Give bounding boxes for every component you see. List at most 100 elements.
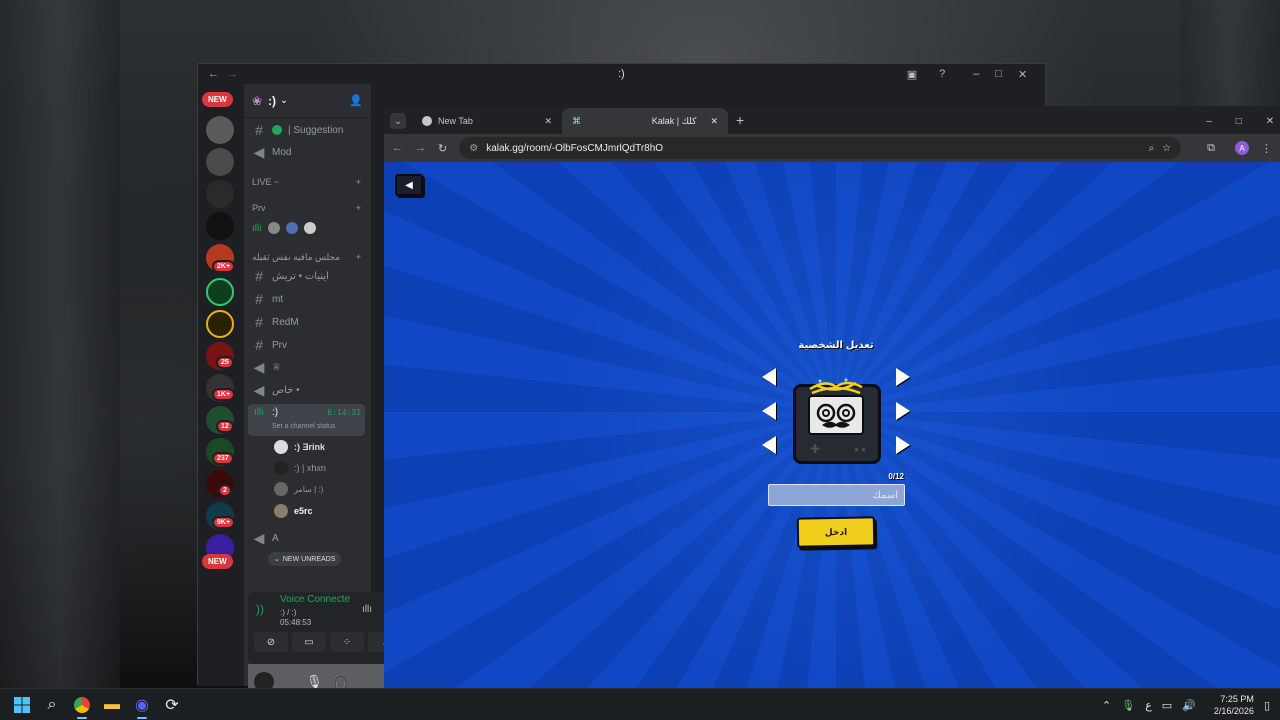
body-prev-arrow[interactable] xyxy=(762,436,776,454)
chevron-up-icon[interactable]: ⌃ xyxy=(1102,699,1111,712)
active-voice-channel[interactable]: ıllı :) 6:14:31 Set a channel status xyxy=(248,404,365,436)
channel-item[interactable]: # | Suggestion xyxy=(252,120,365,140)
noise-suppression-icon[interactable]: ıllı xyxy=(362,604,372,615)
voice-user[interactable]: سامر | :) xyxy=(274,480,323,498)
channel-name: mt xyxy=(272,293,284,305)
character-face-icon xyxy=(816,403,856,428)
add-icon[interactable]: + xyxy=(356,203,361,213)
maximize-icon[interactable]: □ xyxy=(995,68,1002,80)
voice-user-name: سامر | :) xyxy=(294,484,324,494)
channel-name: Prv xyxy=(272,339,287,351)
crown-scribble-icon xyxy=(809,378,863,395)
server-icon[interactable] xyxy=(206,116,234,144)
server-icon[interactable] xyxy=(206,310,234,338)
arrow-down-icon: ⌄ xyxy=(274,556,280,563)
voice-connected-channel[interactable]: :) / :) xyxy=(280,608,296,617)
back-button[interactable]: ◀ xyxy=(395,174,423,196)
close-tab-icon[interactable]: ✕ xyxy=(544,116,552,127)
category-header[interactable]: Prv + xyxy=(252,203,361,213)
name-input[interactable] xyxy=(768,484,905,506)
voice-user[interactable]: e5rc xyxy=(274,502,313,520)
channel-item[interactable]: # RedM xyxy=(252,312,365,332)
voice-user-name: :) Ǝrink xyxy=(294,442,326,452)
forward-arrow-icon[interactable]: → xyxy=(415,142,426,154)
server-icon[interactable] xyxy=(206,148,234,176)
site-info-icon[interactable]: ⚙ xyxy=(469,143,478,154)
address-bar[interactable]: ⚙ kalak.gg/room/-OlbFosCMJmrlQdTr8hO ⌕ ☆ xyxy=(459,137,1182,159)
sound-wave-icon: ıllı xyxy=(254,407,264,418)
voice-user[interactable]: :) Ǝrink xyxy=(274,438,325,456)
server-icon[interactable] xyxy=(206,180,234,208)
server-icon[interactable] xyxy=(206,278,234,306)
tab-new-tab[interactable]: New Tab ✕ xyxy=(412,108,562,134)
channel-name: خاص • xyxy=(272,384,300,396)
voice-user[interactable]: :) | xhxn xyxy=(274,459,326,477)
back-arrow-icon[interactable]: ← xyxy=(392,142,403,154)
display-icon[interactable]: ▭ xyxy=(1162,699,1172,712)
channel-item[interactable]: # mt xyxy=(252,289,365,309)
category-header[interactable]: LIVE ~ + xyxy=(252,177,361,187)
channel-item[interactable]: # Prv xyxy=(252,335,365,355)
reload-icon[interactable]: ↻ xyxy=(438,142,447,155)
microphone-icon[interactable]: 🎙 xyxy=(1121,699,1135,712)
avatar xyxy=(274,482,288,496)
tab-search-icon[interactable]: ⌄ xyxy=(390,113,406,129)
channel-item[interactable]: ◀ خاص • xyxy=(252,380,365,400)
new-unreads-pill[interactable]: ⌄ NEW UNREADS xyxy=(268,552,342,566)
add-icon[interactable]: + xyxy=(356,177,361,187)
category-header[interactable]: مجلس مافيه نفس ثقيله + xyxy=(252,252,361,263)
new-tab-icon[interactable]: + xyxy=(736,112,744,128)
close-icon[interactable]: ✕ xyxy=(1018,68,1027,81)
help-icon[interactable]: ? xyxy=(939,68,945,80)
app-taskbar-button[interactable]: ⟳ xyxy=(158,691,186,719)
channel-item[interactable]: ◀ ♕ xyxy=(252,357,365,377)
body-next-arrow[interactable] xyxy=(896,436,910,454)
volume-icon[interactable]: 🔊 xyxy=(1182,699,1196,712)
new-pill[interactable]: NEW xyxy=(202,92,233,107)
server-header[interactable]: ❀ :) ⌄ 👤 xyxy=(244,84,371,118)
add-icon[interactable]: + xyxy=(356,252,361,263)
hat-prev-arrow[interactable] xyxy=(762,368,776,386)
channel-status[interactable]: Set a channel status xyxy=(272,423,335,430)
chrome-taskbar-button[interactable] xyxy=(68,691,96,719)
close-icon[interactable]: ✕ xyxy=(1266,116,1274,127)
file-explorer-button[interactable]: ▬ xyxy=(98,691,126,719)
bookmark-star-icon[interactable]: ☆ xyxy=(1162,143,1171,154)
channel-item[interactable]: # اينيات • تريش xyxy=(252,266,365,286)
enter-button[interactable]: ادخل xyxy=(796,516,876,548)
face-next-arrow[interactable] xyxy=(896,402,910,420)
tab-strip: ⌄ New Tab ✕ ⌘ Kalak | كلك ✕ + – □ ✕ xyxy=(384,106,1280,134)
zoom-icon[interactable]: ⌕ xyxy=(1149,143,1155,154)
search-button[interactable]: ⌕ xyxy=(38,691,66,719)
channel-item[interactable]: ◀ A xyxy=(252,528,365,548)
hash-icon: # xyxy=(255,337,263,353)
close-tab-icon[interactable]: ✕ xyxy=(710,116,718,127)
forward-arrow-icon[interactable]: → xyxy=(227,68,238,80)
clock[interactable]: 7:25 PM 2/16/2026 xyxy=(1214,693,1254,717)
minimize-icon[interactable]: – xyxy=(1206,116,1212,127)
face-prev-arrow[interactable] xyxy=(762,402,776,420)
menu-icon[interactable]: ⋮ xyxy=(1261,142,1272,155)
maximize-icon[interactable]: □ xyxy=(1236,116,1242,127)
start-button[interactable] xyxy=(8,691,36,719)
screen-share-button[interactable]: ▭ xyxy=(292,632,326,652)
language-indicator[interactable]: ع xyxy=(1145,699,1152,712)
back-arrow-icon[interactable]: ← xyxy=(208,68,219,80)
new-pill[interactable]: NEW xyxy=(202,554,233,569)
hash-icon: # xyxy=(255,122,263,138)
profile-avatar[interactable]: A xyxy=(1235,141,1249,155)
camera-off-button[interactable]: ⊘ xyxy=(254,632,288,652)
channel-item[interactable]: ◀ Mod xyxy=(252,142,365,162)
hat-next-arrow[interactable] xyxy=(896,368,910,386)
discord-taskbar-button[interactable]: ◉ xyxy=(128,691,156,719)
inbox-icon[interactable]: ▣ xyxy=(907,68,917,81)
minimize-icon[interactable]: – xyxy=(973,68,979,80)
invite-icon[interactable]: 👤 xyxy=(349,94,363,107)
server-icon[interactable] xyxy=(206,212,234,240)
voice-channel-row[interactable]: ıllı xyxy=(252,218,365,238)
extensions-icon[interactable]: ⧉ xyxy=(1207,142,1215,155)
hash-icon: # xyxy=(255,291,263,307)
activities-button[interactable]: ⁘ xyxy=(330,632,364,652)
tab-kalak[interactable]: ⌘ Kalak | كلك ✕ xyxy=(562,108,728,134)
notification-icon[interactable]: ▯ xyxy=(1264,699,1270,712)
